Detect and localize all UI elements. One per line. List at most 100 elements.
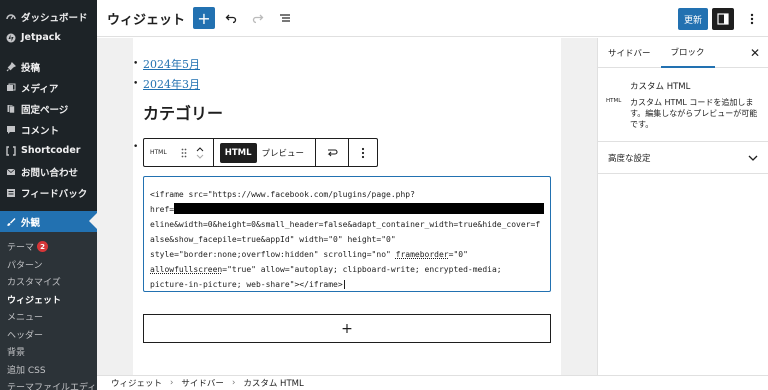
code-line: eline&width=0&height=0&small_header=fals… bbox=[150, 220, 541, 229]
appearance-icon bbox=[5, 216, 16, 227]
undo-icon bbox=[225, 14, 237, 24]
menu-label: Shortcoder bbox=[21, 145, 81, 156]
submenu-label: ヘッダー bbox=[7, 330, 44, 341]
close-icon[interactable]: ✕ bbox=[750, 46, 760, 60]
tab-block[interactable]: ブロック bbox=[660, 38, 715, 68]
options-group bbox=[349, 139, 377, 166]
tab-preview[interactable]: プレビュー bbox=[257, 143, 310, 163]
editor-canvas: • 2024年5月 • 2024年3月 カテゴリー • HTML HTML プレ… bbox=[97, 38, 597, 375]
page-icon bbox=[5, 103, 16, 114]
html-code-editor[interactable]: <iframe src="https://www.facebook.com/pl… bbox=[143, 176, 551, 292]
submenu-label: テーマ bbox=[7, 243, 35, 254]
code-text: href= bbox=[150, 205, 175, 214]
tab-sidebar[interactable]: サイドバー bbox=[598, 38, 661, 68]
bullet-icon: • bbox=[133, 142, 139, 152]
html-block-icon[interactable]: HTML bbox=[150, 149, 167, 156]
widget-area: • 2024年5月 • 2024年3月 カテゴリー • HTML HTML プレ… bbox=[133, 38, 561, 375]
ellipsis-vertical-icon bbox=[750, 13, 754, 25]
breadcrumb-separator: › bbox=[170, 378, 174, 388]
code-line: style="border:none;overflow:hidden" scro… bbox=[150, 247, 544, 262]
block-card: HTML カスタム HTML カスタム HTML コードを追加しま す。編集しな… bbox=[598, 68, 768, 142]
code-text: picture-in-picture; web-share"></iframe> bbox=[150, 280, 343, 289]
transform-icon[interactable] bbox=[322, 146, 342, 160]
submenu-patterns[interactable]: パターン bbox=[0, 256, 97, 274]
admin-sidebar: ダッシュボード Jetpack 投稿 メディア 固定ページ コメント Short… bbox=[0, 0, 97, 390]
breadcrumb-item[interactable]: サイドバー bbox=[181, 377, 224, 389]
breadcrumb-item[interactable]: ウィジェット bbox=[111, 377, 162, 389]
list-view-button[interactable] bbox=[274, 7, 296, 29]
code-line: picture-in-picture; web-share"></iframe> bbox=[150, 277, 544, 292]
list-view-icon bbox=[280, 14, 290, 22]
menu-contact[interactable]: お問い合わせ bbox=[0, 161, 97, 182]
menu-label: Jetpack bbox=[21, 32, 61, 43]
submenu-background[interactable]: 背景 bbox=[0, 343, 97, 361]
redo-icon bbox=[252, 14, 264, 24]
advanced-settings-toggle[interactable]: 高度な設定 bbox=[598, 142, 768, 174]
block-title: カスタム HTML bbox=[630, 82, 691, 92]
menu-label: 外観 bbox=[21, 217, 41, 229]
breadcrumb-item[interactable]: カスタム HTML bbox=[243, 377, 303, 389]
code-text: frameborder bbox=[395, 250, 449, 259]
menu-media[interactable]: メディア bbox=[0, 77, 97, 98]
appearance-submenu: テーマ 2 パターン カスタマイズ ウィジェット メニュー ヘッダー 背景 追加 … bbox=[0, 232, 97, 390]
menu-feedback[interactable]: フィードバック bbox=[0, 182, 97, 203]
menu-pages[interactable]: 固定ページ bbox=[0, 98, 97, 119]
menu-label: 固定ページ bbox=[21, 104, 69, 116]
submenu-header[interactable]: ヘッダー bbox=[0, 326, 97, 344]
mail-icon bbox=[5, 166, 16, 177]
submenu-additional-css[interactable]: 追加 CSS bbox=[0, 361, 97, 379]
submenu-label: カスタマイズ bbox=[7, 278, 61, 289]
code-text: ="0" bbox=[448, 250, 468, 259]
menu-label: お問い合わせ bbox=[21, 167, 79, 179]
settings-panel: サイドバー ブロック ✕ HTML カスタム HTML カスタム HTML コー… bbox=[597, 38, 768, 375]
plus-icon: + bbox=[341, 320, 353, 337]
menu-label: コメント bbox=[21, 125, 60, 137]
categories-heading[interactable]: カテゴリー bbox=[143, 100, 223, 124]
mode-switcher: HTML プレビュー bbox=[214, 139, 317, 166]
submenu-label: ウィジェット bbox=[7, 295, 62, 306]
update-button[interactable]: 更新 bbox=[678, 8, 708, 30]
block-options-icon[interactable] bbox=[355, 146, 371, 160]
settings-panel-toggle[interactable] bbox=[712, 8, 734, 30]
active-menu-arrow bbox=[89, 213, 97, 229]
editor-header: ウィジェット + 更新 bbox=[97, 0, 768, 37]
breadcrumb: ウィジェット › サイドバー › カスタム HTML bbox=[97, 375, 768, 390]
submenu-themes[interactable]: テーマ 2 bbox=[0, 238, 97, 256]
sidebar-toggle-icon bbox=[717, 13, 729, 25]
archive-link[interactable]: 2024年5月 bbox=[143, 56, 200, 72]
submenu-label: 背景 bbox=[7, 348, 26, 359]
panel-tabs: サイドバー ブロック ✕ bbox=[598, 38, 768, 68]
submenu-menus[interactable]: メニュー bbox=[0, 308, 97, 326]
archive-link[interactable]: 2024年3月 bbox=[143, 76, 200, 92]
tab-html[interactable]: HTML bbox=[219, 142, 257, 163]
block-appender-button[interactable]: + bbox=[143, 314, 551, 343]
drag-handle-icon[interactable] bbox=[177, 146, 191, 160]
undo-button[interactable] bbox=[220, 7, 242, 29]
plus-icon: + bbox=[197, 8, 211, 28]
menu-jetpack[interactable]: Jetpack bbox=[0, 27, 97, 48]
more-options-button[interactable] bbox=[743, 8, 761, 30]
code-text: allowfullscreen bbox=[150, 265, 223, 274]
pin-icon bbox=[5, 61, 16, 72]
update-count-badge: 2 bbox=[37, 241, 49, 253]
submenu-theme-file-editor[interactable]: テーマファイルエディ bbox=[0, 378, 97, 390]
menu-comments[interactable]: コメント bbox=[0, 119, 97, 140]
move-up-down-icon[interactable] bbox=[193, 146, 207, 160]
add-block-button[interactable]: + bbox=[193, 7, 215, 29]
menu-appearance[interactable]: 外観 bbox=[0, 211, 97, 232]
redo-button[interactable] bbox=[247, 7, 269, 29]
media-icon bbox=[5, 82, 16, 93]
menu-label: フィードバック bbox=[21, 188, 88, 200]
submenu-customize[interactable]: カスタマイズ bbox=[0, 273, 97, 291]
bullet-icon: • bbox=[133, 79, 139, 89]
code-line: <iframe src="https://www.facebook.com/pl… bbox=[150, 190, 415, 199]
list-item: • 2024年5月 bbox=[133, 54, 200, 74]
code-line: alse&show_facepile=true&appId" width="0"… bbox=[150, 235, 396, 244]
shortcode-icon bbox=[5, 145, 16, 156]
menu-dashboard[interactable]: ダッシュボード bbox=[0, 6, 97, 27]
submenu-widgets[interactable]: ウィジェット bbox=[0, 291, 97, 309]
block-type-group: HTML bbox=[144, 139, 214, 166]
menu-posts[interactable]: 投稿 bbox=[0, 56, 97, 77]
dashboard-icon bbox=[5, 11, 16, 22]
menu-shortcoder[interactable]: Shortcoder bbox=[0, 140, 97, 161]
